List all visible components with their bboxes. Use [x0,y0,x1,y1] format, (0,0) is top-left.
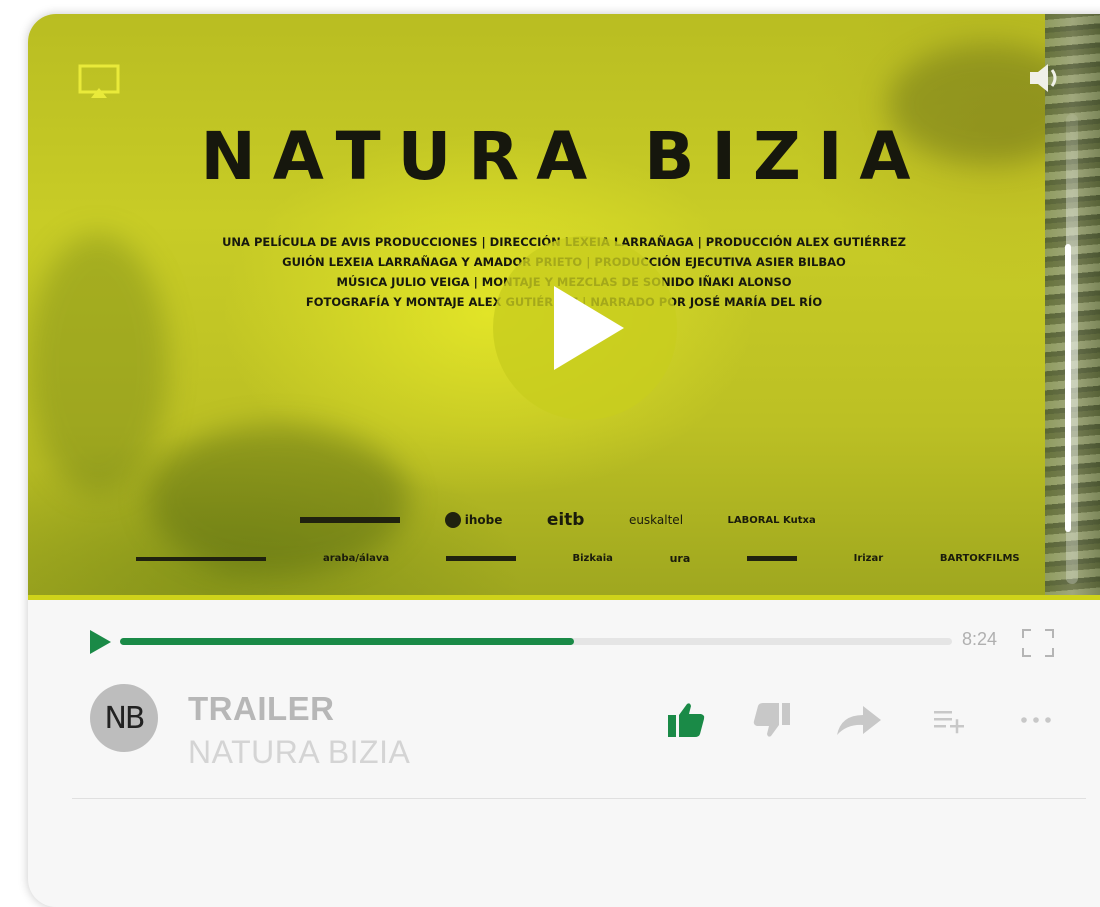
sponsor-logo [136,556,267,561]
avatar[interactable]: NB [90,684,158,752]
sponsor-name: euskaltel [628,513,684,527]
share-arrow-icon [837,706,881,735]
more-dots-icon [1021,717,1051,723]
sponsor-logo: araba/álava [323,553,389,564]
sponsor-name: eitb [546,510,585,530]
duration: 8:24 [962,629,998,649]
video-label: TRAILER [188,690,335,727]
add-to-queue-icon [934,711,964,734]
divider [72,798,1086,799]
logo-mark [136,556,267,561]
like-button[interactable] [664,700,708,740]
airplay-icon[interactable] [78,64,120,100]
sponsor-logo: ihobe [444,512,503,528]
video-card: NATURA BIZIA UNA PELÍCULA DE AVIS PRODUC… [28,14,1100,907]
logo-mark [445,556,516,561]
share-button[interactable] [834,700,884,740]
logo-mark [746,556,797,561]
sponsor-logos-row-1: ihobe eitb euskaltel LABORAL Kutxa [278,510,838,530]
sponsor-logo [445,556,516,561]
sponsor-name: BARTOKFILMS [939,553,1020,564]
sponsor-logo: euskaltel [629,513,683,527]
thumbs-up-icon [668,703,705,737]
sponsor-logo: eitb [547,510,585,530]
video-poster[interactable]: NATURA BIZIA UNA PELÍCULA DE AVIS PRODUC… [28,14,1100,600]
small-play-icon[interactable] [90,630,111,654]
sponsor-logo [746,556,797,561]
play-button[interactable] [493,236,677,420]
sponsor-logo: Irizar [854,553,884,564]
thumbs-down-icon [753,703,790,737]
sponsor-name: LABORAL Kutxa [727,514,816,526]
add-to-queue-button[interactable] [928,700,972,740]
sponsor-logo: ura [670,552,691,565]
sponsor-logos-row-2: araba/álava Bizkaia ura Irizar BARTOKFIL… [108,552,1048,565]
player-controls: 8:24 [28,600,1100,680]
play-icon [554,286,624,370]
sponsor-logo: BARTOKFILMS [940,553,1020,564]
ihobe-logo-icon [444,512,461,528]
logo-mark [300,517,401,523]
video-scrollbar[interactable] [1065,244,1071,532]
sponsor-name: Irizar [853,553,884,564]
sponsor-name: Bizkaia [572,553,613,564]
fullscreen-icon[interactable] [1021,628,1055,658]
film-title: NATURA BIZIA [200,118,928,195]
more-button[interactable] [1016,700,1056,740]
video-title: NATURA BIZIA [188,734,411,770]
sponsor-logo [300,517,401,523]
volume-icon[interactable] [1028,60,1062,96]
sponsor-name: ura [669,552,691,565]
sponsor-name: ihobe [464,513,503,527]
sponsor-logo: LABORAL Kutxa [728,515,816,526]
sponsor-logo: Bizkaia [572,553,612,564]
sponsor-name: araba/álava [322,553,390,564]
leaf-shadow [28,234,168,494]
progress-fill [120,638,575,645]
progress-bar[interactable] [120,638,952,645]
dislike-button[interactable] [750,700,794,740]
